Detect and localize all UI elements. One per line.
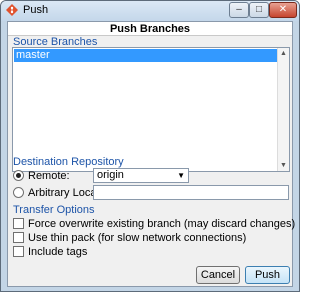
minimize-button[interactable]: – bbox=[229, 2, 249, 18]
cancel-button[interactable]: Cancel bbox=[196, 266, 240, 284]
heading-band: Push Branches bbox=[8, 22, 292, 36]
force-overwrite-label: Force overwrite existing branch (may dis… bbox=[28, 218, 296, 230]
remote-select-value: origin bbox=[97, 169, 124, 181]
remote-radio[interactable] bbox=[13, 170, 24, 181]
destination-repository-label: Destination Repository bbox=[13, 156, 124, 168]
thin-pack-checkbox[interactable] bbox=[13, 232, 24, 243]
arbitrary-location-field[interactable] bbox=[93, 185, 289, 200]
push-button[interactable]: Push bbox=[245, 266, 290, 284]
scroll-up-icon[interactable]: ▲ bbox=[278, 48, 289, 59]
transfer-options-label: Transfer Options bbox=[13, 204, 95, 216]
force-overwrite-checkbox[interactable] bbox=[13, 218, 24, 229]
dropdown-caret-icon[interactable]: ▼ bbox=[177, 169, 185, 182]
maximize-button[interactable]: □ bbox=[249, 2, 269, 18]
scroll-down-icon[interactable]: ▼ bbox=[278, 160, 289, 171]
remote-select[interactable]: origin ▼ bbox=[93, 168, 189, 183]
list-item-master[interactable]: master bbox=[14, 49, 278, 62]
thin-pack-label: Use thin pack (for slow network connecti… bbox=[28, 232, 247, 244]
dialog-body: Push Branches Source Branches master ▲ ▼… bbox=[7, 21, 296, 287]
include-tags-label: Include tags bbox=[28, 246, 88, 258]
dialog-heading: Push Branches bbox=[109, 23, 191, 35]
title-bar[interactable]: Push – □ ✕ bbox=[1, 1, 299, 21]
git-app-icon bbox=[6, 4, 18, 16]
window-title: Push bbox=[23, 4, 49, 16]
source-branches-list[interactable]: master ▲ ▼ bbox=[12, 47, 290, 172]
push-dialog-window: Push – □ ✕ Push Branches Source Branches… bbox=[0, 0, 300, 292]
include-tags-checkbox[interactable] bbox=[13, 246, 24, 257]
close-button[interactable]: ✕ bbox=[269, 2, 297, 18]
list-scrollbar[interactable]: ▲ ▼ bbox=[277, 48, 289, 171]
remote-label: Remote: bbox=[28, 170, 70, 182]
arbitrary-location-radio[interactable] bbox=[13, 187, 24, 198]
